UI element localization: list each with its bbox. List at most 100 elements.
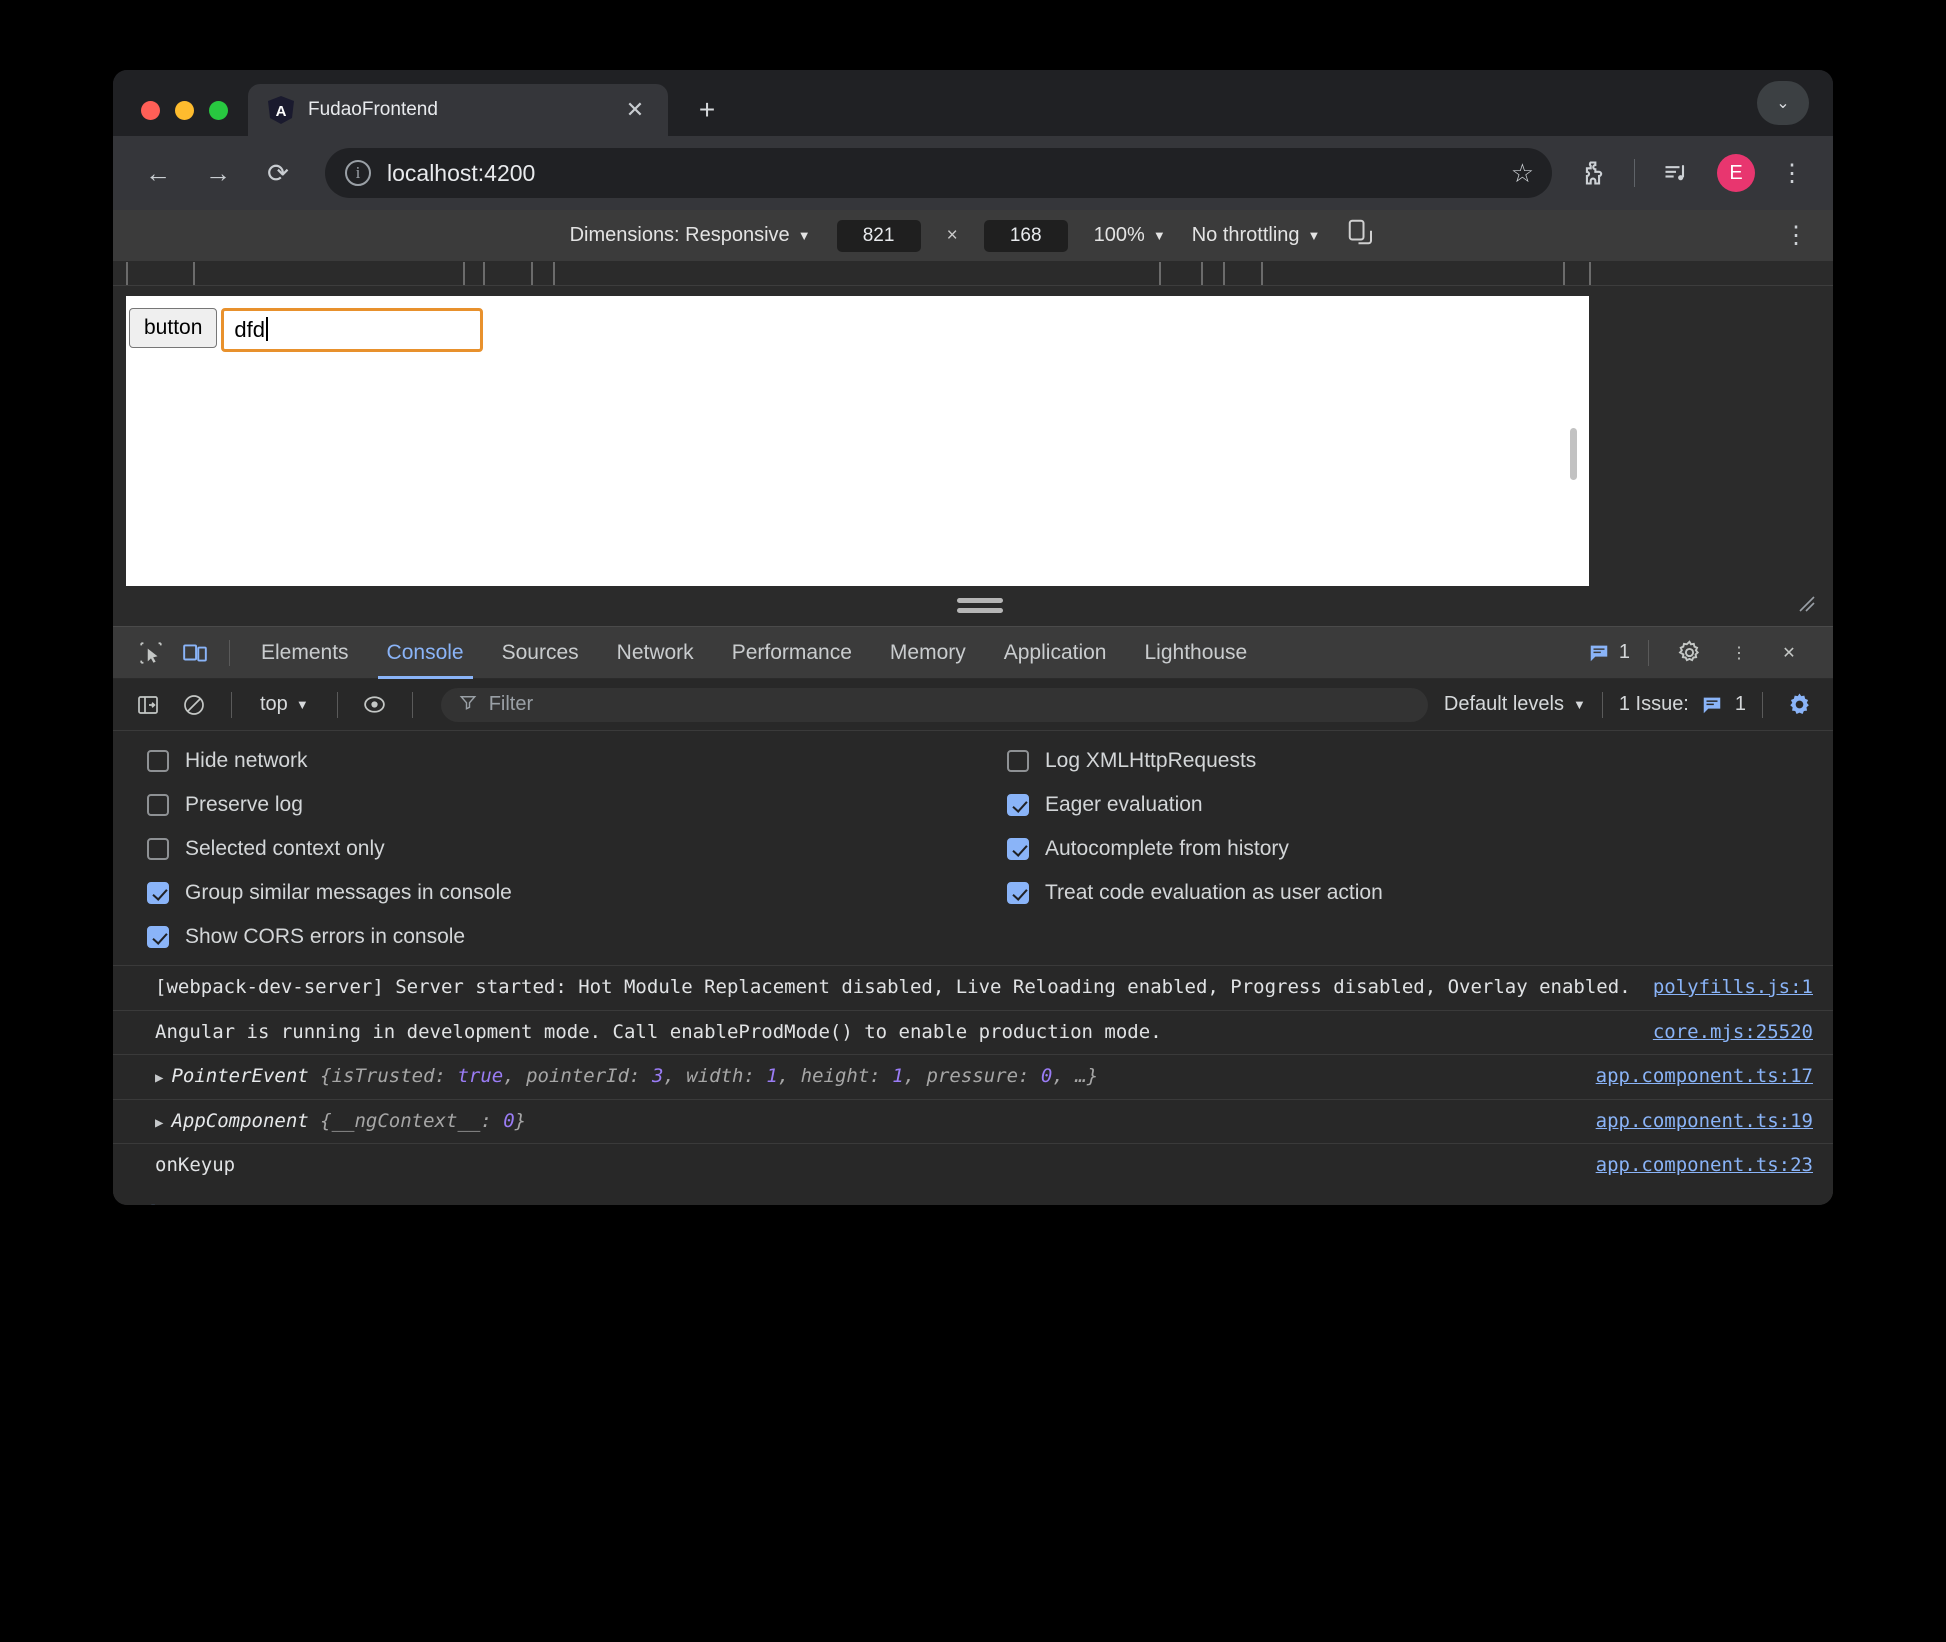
setting-label: Eager evaluation [1045, 793, 1203, 816]
setting-label: Show CORS errors in console [185, 925, 466, 948]
expand-arrow-icon[interactable]: ▶ [155, 1115, 163, 1131]
inspect-element-icon[interactable] [129, 631, 173, 675]
dimension-separator: × [946, 224, 958, 246]
device-toolbar-menu-icon[interactable]: ⋮ [1781, 221, 1811, 250]
setting-autocomplete-from-history[interactable]: Autocomplete from history [1007, 837, 1833, 861]
execution-context-select[interactable]: top ▼ [248, 693, 321, 716]
console-settings-pane: Hide network Preserve log Selected conte… [113, 731, 1833, 966]
console-issues-link[interactable]: 1 Issue: 1 [1619, 693, 1746, 716]
address-bar[interactable]: i localhost:4200 ☆ [325, 148, 1552, 198]
devtools-more-menu-icon[interactable]: ⋮ [1717, 631, 1761, 675]
window-controls [113, 101, 248, 136]
tab-search-chevron-down-icon[interactable]: ⌄ [1757, 81, 1809, 125]
rotate-icon[interactable] [1346, 217, 1376, 254]
execution-context-label: top [260, 693, 288, 715]
page-button[interactable]: button [129, 308, 218, 348]
forward-arrow-icon[interactable]: → [199, 154, 237, 192]
devtools-close-icon[interactable]: ✕ [1767, 631, 1811, 675]
toolbar-divider [1634, 159, 1635, 187]
object-prop-value: 3 [651, 1065, 664, 1088]
resize-grip-icon [956, 597, 1003, 613]
setting-group-similar-messages[interactable]: Group similar messages in console [147, 881, 973, 905]
setting-show-cors-errors[interactable]: Show CORS errors in console [147, 925, 973, 949]
checkbox[interactable] [147, 794, 169, 816]
issues-count: 1 [1618, 641, 1630, 663]
setting-eager-evaluation[interactable]: Eager evaluation [1007, 793, 1833, 817]
console-message[interactable]: ▶ AppComponent {__ngContext__: 0} app.com… [113, 1100, 1833, 1145]
tab-console[interactable]: Console [368, 627, 483, 679]
console-message[interactable]: ▶ PointerEvent {isTrusted: true, pointerI… [113, 1055, 1833, 1100]
setting-treat-code-eval-as-user-action[interactable]: Treat code evaluation as user action [1007, 881, 1833, 905]
setting-selected-context-only[interactable]: Selected context only [147, 837, 973, 861]
checkbox[interactable] [1007, 750, 1029, 772]
live-expression-eye-icon[interactable] [354, 684, 396, 726]
viewport-resize-handle[interactable] [126, 586, 1833, 624]
console-sidebar-toggle-icon[interactable] [127, 684, 169, 726]
minimize-window-button[interactable] [175, 101, 194, 120]
expand-arrow-icon[interactable]: ▶ [155, 1070, 163, 1086]
console-settings-right-column: Log XMLHttpRequests Eager evaluation Aut… [973, 749, 1833, 949]
checkbox[interactable] [147, 838, 169, 860]
dimensions-select[interactable]: Dimensions: Responsive ▼ [570, 224, 811, 247]
clear-console-icon[interactable] [173, 684, 215, 726]
console-message-source-link[interactable]: app.component.ts:17 [1596, 1063, 1813, 1091]
console-settings-gear-icon[interactable] [1779, 685, 1819, 725]
checkbox[interactable] [147, 750, 169, 772]
device-toolbar-toggle-icon[interactable] [173, 631, 217, 675]
checkbox[interactable] [147, 926, 169, 948]
console-filter-input[interactable]: Filter [440, 687, 1428, 722]
console-message-source-link[interactable]: app.component.ts:19 [1596, 1108, 1813, 1136]
reload-icon[interactable]: ⟳ [259, 154, 297, 192]
log-levels-select[interactable]: Default levels ▼ [1444, 693, 1586, 716]
checkbox[interactable] [1007, 794, 1029, 816]
back-arrow-icon[interactable]: ← [139, 154, 177, 192]
viewport-height-input[interactable]: 168 [983, 219, 1068, 252]
tab-bar-divider [229, 639, 230, 666]
setting-preserve-log[interactable]: Preserve log [147, 793, 973, 817]
viewport-width-input[interactable]: 821 [836, 219, 921, 252]
close-tab-button[interactable]: ✕ [618, 93, 652, 127]
filter-bar-divider-2 [336, 691, 338, 718]
maximize-window-button[interactable] [209, 101, 228, 120]
tab-memory[interactable]: Memory [871, 627, 985, 679]
viewport-corner-resize-icon[interactable] [1797, 594, 1817, 620]
chevron-down-icon: ▼ [295, 697, 309, 712]
checkbox[interactable] [1007, 882, 1029, 904]
issue-count: 1 [1734, 693, 1746, 715]
console-message[interactable]: onKeyup app.component.ts:23 [113, 1144, 1833, 1188]
site-info-icon[interactable]: i [345, 160, 371, 186]
tab-lighthouse[interactable]: Lighthouse [1125, 627, 1266, 679]
tab-performance[interactable]: Performance [713, 627, 871, 679]
checkbox[interactable] [1007, 838, 1029, 860]
tab-application[interactable]: Application [985, 627, 1126, 679]
throttling-select[interactable]: No throttling ▼ [1192, 224, 1321, 247]
issues-counter[interactable]: 1 [1588, 641, 1630, 664]
console-message[interactable]: Angular is running in development mode. … [113, 1011, 1833, 1056]
console-message-text: onKeyup [155, 1154, 236, 1177]
tab-network[interactable]: Network [598, 627, 713, 679]
browser-menu-icon[interactable]: ⋮ [1777, 159, 1807, 188]
tab-elements[interactable]: Elements [242, 627, 368, 679]
console-message-source-link[interactable]: polyfills.js:1 [1653, 974, 1813, 1002]
console-prompt[interactable]: ❯ [113, 1188, 1833, 1205]
tab-sources[interactable]: Sources [483, 627, 598, 679]
setting-log-xmlhttprequests[interactable]: Log XMLHttpRequests [1007, 749, 1833, 773]
page-text-input[interactable]: dfd [221, 308, 484, 352]
checkbox[interactable] [147, 882, 169, 904]
extensions-puzzle-icon[interactable] [1574, 154, 1612, 192]
new-tab-button[interactable]: + [690, 93, 724, 127]
profile-avatar[interactable]: E [1717, 154, 1755, 192]
zoom-select[interactable]: 100% ▼ [1094, 224, 1166, 247]
console-message[interactable]: [webpack-dev-server] Server started: Hot… [113, 966, 1833, 1011]
object-prop-key: , pressure: [903, 1065, 1041, 1088]
viewport-scrollbar[interactable] [1570, 428, 1577, 480]
devtools-settings-gear-icon[interactable] [1667, 631, 1711, 675]
console-message-source-link[interactable]: core.mjs:25520 [1653, 1019, 1813, 1047]
media-control-icon[interactable] [1657, 154, 1695, 192]
bookmark-star-icon[interactable]: ☆ [1511, 158, 1534, 189]
chevron-down-icon: ▼ [797, 228, 811, 243]
setting-hide-network[interactable]: Hide network [147, 749, 973, 773]
console-message-source-link[interactable]: app.component.ts:23 [1596, 1152, 1813, 1180]
close-window-button[interactable] [141, 101, 160, 120]
browser-tab[interactable]: A FudaoFrontend ✕ [248, 84, 668, 136]
